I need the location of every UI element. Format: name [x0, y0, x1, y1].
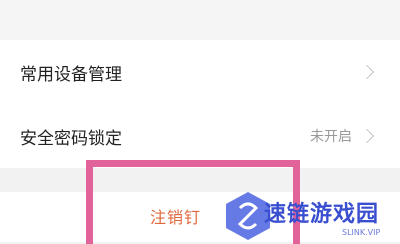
- chevron-right-icon: [359, 128, 375, 144]
- settings-row-label: 安全密码锁定: [20, 128, 122, 149]
- settings-row-device-management[interactable]: 常用设备管理: [0, 40, 400, 104]
- logout-button[interactable]: 注销钉: [150, 204, 201, 228]
- chevron-right-icon: [359, 64, 375, 80]
- settings-row-password-lock[interactable]: 安全密码锁定 未开启: [0, 104, 400, 168]
- settings-row-value: 未开启: [310, 129, 352, 145]
- watermark-subtext: SLINK.VIP: [342, 228, 381, 237]
- settings-row-label: 常用设备管理: [20, 64, 122, 85]
- section-separator-top: [0, 0, 400, 40]
- watermark-text: 速链游戏园: [264, 202, 380, 227]
